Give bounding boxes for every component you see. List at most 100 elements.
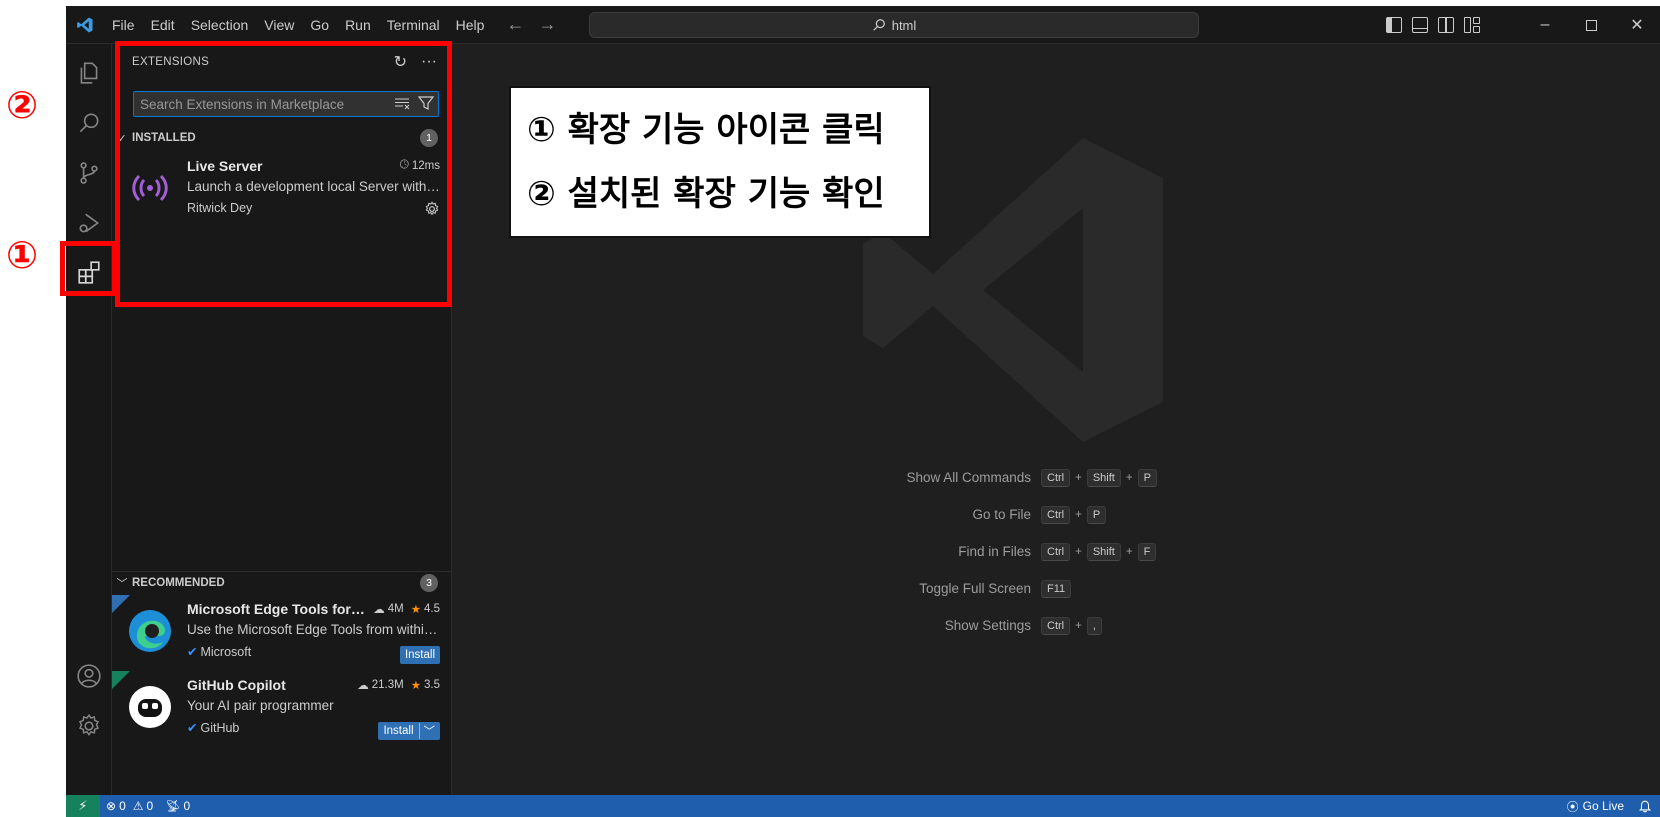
extension-rating: 3.5 — [424, 679, 440, 691]
window-controls: – ✕ — [1522, 6, 1660, 44]
remote-indicator-icon[interactable]: ⚡︎ — [66, 795, 100, 817]
menu-run[interactable]: Run — [337, 6, 379, 44]
menu-bar: File Edit Selection View Go Run Terminal… — [104, 6, 492, 44]
menu-file[interactable]: File — [104, 6, 143, 44]
verified-badge-icon: ✔ — [187, 721, 198, 735]
extension-edge-tools[interactable]: Microsoft Edge Tools for VS Code ☁4M ★4.5… — [112, 595, 452, 667]
warning-icon: ⚠ — [132, 799, 144, 813]
run-debug-icon[interactable] — [66, 199, 112, 247]
chevron-down-icon: ﹀ — [116, 578, 128, 590]
shortcut-show-all-commands: Show All Commands Ctrl + Shift + P — [453, 468, 1660, 490]
extension-name: Microsoft Edge Tools for VS Code — [187, 601, 367, 617]
instruction-callout: ① 확장 기능 아이콘 클릭 ② 설치된 확장 기능 확인 — [509, 86, 931, 238]
layout-controls — [1386, 6, 1480, 44]
key: F11 — [1041, 580, 1072, 598]
shortcut-label: Show Settings — [944, 618, 1031, 633]
toggle-panel-icon[interactable] — [1412, 17, 1428, 33]
title-bar: File Edit Selection View Go Run Terminal… — [66, 6, 1660, 44]
extension-publisher-name: Microsoft — [200, 644, 252, 659]
extension-publisher: ✔ GitHub — [187, 720, 240, 736]
key: Ctrl — [1041, 506, 1071, 524]
accounts-icon[interactable] — [66, 652, 112, 700]
error-icon: ⊗ — [106, 799, 117, 813]
problems-indicator[interactable]: ⊗ 0 ⚠ 0 — [100, 799, 159, 813]
customize-layout-icon[interactable] — [1464, 17, 1480, 33]
menu-help[interactable]: Help — [448, 6, 493, 44]
shortcut-keys: Ctrl + Shift + F — [1041, 543, 1157, 561]
notifications-bell-icon[interactable] — [1638, 795, 1652, 817]
activity-bar — [66, 44, 112, 795]
error-count: 0 — [119, 799, 126, 813]
key: Ctrl — [1041, 617, 1071, 635]
minimize-icon[interactable]: – — [1522, 6, 1568, 44]
menu-selection[interactable]: Selection — [183, 6, 257, 44]
close-icon[interactable]: ✕ — [1614, 6, 1660, 44]
menu-view[interactable]: View — [256, 6, 302, 44]
warning-count: 0 — [146, 799, 154, 813]
copilot-logo-icon — [126, 683, 174, 731]
key: Ctrl — [1041, 543, 1071, 561]
status-bar: ⚡︎ ⊗ 0 ⚠ 0 📡︎ 0 ⦿ Go Live — [66, 795, 1660, 817]
install-button[interactable]: Install ﹀ — [378, 722, 440, 740]
shortcut-toggle-full-screen: Toggle Full Screen F11 — [453, 579, 1660, 601]
forward-arrow-icon[interactable]: → — [538, 14, 556, 35]
go-live-button[interactable]: ⦿ Go Live — [1567, 795, 1624, 817]
install-button[interactable]: Install — [399, 646, 440, 664]
maximize-icon[interactable] — [1568, 6, 1614, 44]
menu-go[interactable]: Go — [302, 6, 337, 44]
source-control-icon[interactable] — [66, 149, 112, 197]
download-cloud-icon: ☁ — [357, 680, 369, 692]
ports-count: 0 — [183, 799, 191, 813]
broadcast-icon: 📡︎ — [165, 799, 181, 813]
command-center-text: html — [891, 17, 917, 33]
vscode-logo-icon — [66, 6, 104, 44]
shortcut-label: Find in Files — [958, 544, 1031, 559]
shortcut-label: Go to File — [972, 507, 1031, 522]
key: , — [1086, 617, 1102, 635]
extension-rating: 4.5 — [424, 603, 440, 615]
key: P — [1137, 469, 1157, 487]
callout-step-1: ① 확장 기능 아이콘 클릭 — [527, 110, 885, 150]
ports-indicator[interactable]: 📡︎ 0 — [159, 799, 196, 813]
shortcut-show-settings: Show Settings Ctrl +, — [453, 616, 1660, 638]
shortcut-keys: F11 — [1041, 580, 1072, 598]
verified-badge-icon: ✔ — [187, 645, 198, 659]
key: P — [1086, 506, 1107, 524]
go-live-label: Go Live — [1582, 799, 1624, 813]
recommended-section-header[interactable]: ﹀ RECOMMENDED 3 — [112, 572, 452, 594]
shortcut-keys: Ctrl +, — [1041, 617, 1102, 635]
recommended-count-badge: 3 — [420, 574, 438, 592]
toggle-primary-sidebar-icon[interactable] — [1386, 17, 1402, 33]
toggle-secondary-sidebar-icon[interactable] — [1438, 17, 1454, 33]
extension-github-copilot[interactable]: GitHub Copilot ☁ 21.3M ★ 3.5 Your AI pair p… — [112, 671, 452, 743]
navigation-arrows: ← → — [506, 14, 556, 35]
extension-downloads: 21.3M — [371, 679, 404, 691]
shortcut-keys: Ctrl + Shift + P — [1041, 469, 1157, 487]
shortcut-label: Toggle Full Screen — [919, 581, 1031, 596]
annotation-marker-2: ② — [6, 83, 39, 127]
key: Shift — [1086, 543, 1121, 561]
search-icon — [873, 19, 885, 31]
annotation-box-extensions-icon — [60, 241, 117, 296]
explorer-icon[interactable] — [66, 49, 112, 97]
key: Ctrl — [1041, 469, 1071, 487]
install-label: Install — [383, 725, 414, 737]
annotation-box-extensions-panel — [115, 41, 452, 307]
shortcut-keys: Ctrl + P — [1041, 506, 1107, 524]
edge-logo-icon — [126, 607, 174, 655]
menu-edit[interactable]: Edit — [143, 6, 183, 44]
extension-description: Use the Microsoft Edge Tools from within… — [187, 622, 442, 637]
back-arrow-icon[interactable]: ← — [506, 14, 524, 35]
extension-downloads: 4M — [387, 603, 404, 615]
extension-publisher: ✔ Microsoft — [187, 644, 252, 660]
menu-terminal[interactable]: Terminal — [379, 6, 448, 44]
shortcut-go-to-file: Go to File Ctrl + P — [453, 505, 1660, 527]
key: Shift — [1086, 469, 1121, 487]
command-center[interactable]: html — [589, 12, 1199, 38]
callout-step-2: ② 설치된 확장 기능 확인 — [527, 174, 885, 214]
chevron-down-icon[interactable]: ﹀ — [418, 723, 435, 739]
annotation-marker-1: ① — [6, 233, 39, 277]
extension-publisher-name: GitHub — [200, 720, 240, 735]
search-icon[interactable] — [66, 99, 112, 147]
manage-gear-icon[interactable] — [66, 702, 112, 750]
